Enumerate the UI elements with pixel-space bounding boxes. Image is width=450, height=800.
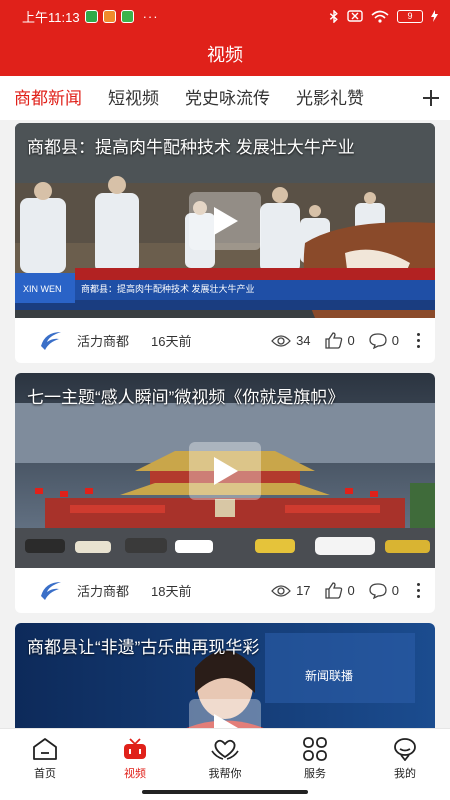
nav-video-label: 视频 — [124, 768, 146, 780]
source-logo-icon — [41, 331, 61, 350]
play-icon — [214, 206, 238, 235]
tab-light-tribute[interactable]: 光影礼赞 — [296, 84, 364, 113]
source-name[interactable]: 活力商都 — [77, 331, 129, 350]
play-button[interactable] — [189, 699, 261, 728]
channel-tabs: 商都新闻 短视频 党史咏流传 光影礼赞 — [0, 76, 450, 120]
svg-text:XIN WEN: XIN WEN — [23, 284, 62, 294]
news-program-logo-text: 新闻联播 — [305, 669, 354, 683]
video-title: 商都县：提高肉牛配种技术 发展壮大牛产业 — [27, 138, 355, 157]
publish-time: 16天前 — [151, 334, 192, 349]
play-icon — [214, 456, 238, 485]
status-bar: 上午11:13 ··· 9 — [0, 0, 450, 32]
publish-time: 18天前 — [151, 584, 192, 599]
thumbs-up-icon — [324, 582, 342, 599]
grid-icon — [303, 737, 327, 761]
tab-shangdu-news[interactable]: 商都新闻 — [14, 84, 82, 113]
nav-home-label: 首页 — [34, 768, 56, 780]
download-notification-icon — [120, 9, 134, 23]
video-feed: XIN WEN 商都县：提高肉牛配种技术 发展壮大牛产业 商都县：提高肉牛配种技… — [0, 120, 450, 728]
more-options-button[interactable] — [413, 583, 423, 598]
more-options-button[interactable] — [413, 333, 423, 348]
like-count: 0 — [347, 583, 355, 598]
video-thumbnail[interactable]: 新闻联播 商都县让“非遗”古乐曲再现华彩 — [15, 623, 435, 728]
comment-count: 0 — [391, 583, 399, 598]
news-banner-text: 商都县：提高肉牛配种技术 发展壮大牛产业 — [81, 284, 255, 294]
more-notifications-icon: ··· — [142, 8, 159, 24]
thumbs-up-icon — [324, 332, 342, 349]
play-icon — [214, 714, 238, 728]
nav-profile-label: 我的 — [394, 768, 416, 780]
profile-icon — [394, 738, 416, 761]
comment-button[interactable]: 0 — [369, 332, 399, 349]
nav-profile[interactable]: 我的 — [360, 729, 450, 800]
tv-icon — [124, 738, 146, 759]
video-thumbnail[interactable]: 七一主题“感人瞬间”微视频《你就是旗帜》 — [15, 373, 435, 568]
view-count: 34 — [271, 333, 311, 348]
play-button[interactable] — [189, 441, 261, 500]
eye-icon — [271, 334, 291, 347]
home-indicator[interactable] — [142, 790, 308, 794]
home-icon — [33, 738, 57, 760]
video-card[interactable]: XIN WEN 商都县：提高肉牛配种技术 发展壮大牛产业 商都县：提高肉牛配种技… — [15, 123, 435, 363]
bluetooth-icon — [329, 9, 338, 23]
battery-icon: 9 — [397, 9, 423, 23]
wechat-notification-icon — [84, 9, 98, 23]
video-thumbnail[interactable]: XIN WEN 商都县：提高肉牛配种技术 发展壮大牛产业 商都县：提高肉牛配种技… — [15, 123, 435, 318]
add-channel-button[interactable] — [412, 76, 450, 120]
like-count: 0 — [347, 333, 355, 348]
nav-services-label: 服务 — [304, 768, 326, 780]
tab-party-history[interactable]: 党史咏流传 — [185, 84, 270, 113]
view-count: 17 — [271, 583, 311, 598]
page-title: 视频 — [207, 45, 243, 65]
card-footer: 活力商都 18天前 17 0 0 — [15, 568, 435, 613]
source-logo-icon — [41, 581, 61, 600]
view-count-value: 17 — [296, 583, 311, 598]
wifi-icon — [371, 10, 389, 23]
video-title: 商都县让“非遗”古乐曲再现华彩 — [27, 638, 260, 657]
view-count-value: 34 — [296, 333, 311, 348]
like-button[interactable]: 0 — [324, 582, 355, 599]
sim-off-icon — [347, 10, 363, 22]
plus-icon — [423, 90, 439, 106]
comment-count: 0 — [391, 333, 399, 348]
app-notification-icon — [102, 9, 116, 23]
video-title: 七一主题“感人瞬间”微视频《你就是旗帜》 — [27, 388, 345, 407]
comment-button[interactable]: 0 — [369, 582, 399, 599]
like-button[interactable]: 0 — [324, 332, 355, 349]
eye-icon — [271, 584, 291, 597]
comment-icon — [369, 332, 387, 349]
card-footer: 活力商都 16天前 34 0 0 — [15, 318, 435, 363]
heart-hands-icon — [211, 739, 239, 760]
nav-home[interactable]: 首页 — [0, 729, 90, 800]
status-time: 上午11:13 — [22, 9, 80, 25]
video-card[interactable]: 七一主题“感人瞬间”微视频《你就是旗帜》 活力商都 18天前 17 0 0 — [15, 373, 435, 613]
source-name[interactable]: 活力商都 — [77, 581, 129, 600]
title-bar: 视频 — [0, 32, 450, 76]
play-button[interactable] — [189, 191, 261, 250]
video-card[interactable]: 新闻联播 商都县让“非遗”古乐曲再现华彩 — [15, 623, 435, 728]
comment-icon — [369, 582, 387, 599]
nav-help-you-label: 我帮你 — [208, 768, 242, 780]
tab-short-video[interactable]: 短视频 — [108, 84, 159, 113]
charging-icon — [431, 10, 438, 22]
